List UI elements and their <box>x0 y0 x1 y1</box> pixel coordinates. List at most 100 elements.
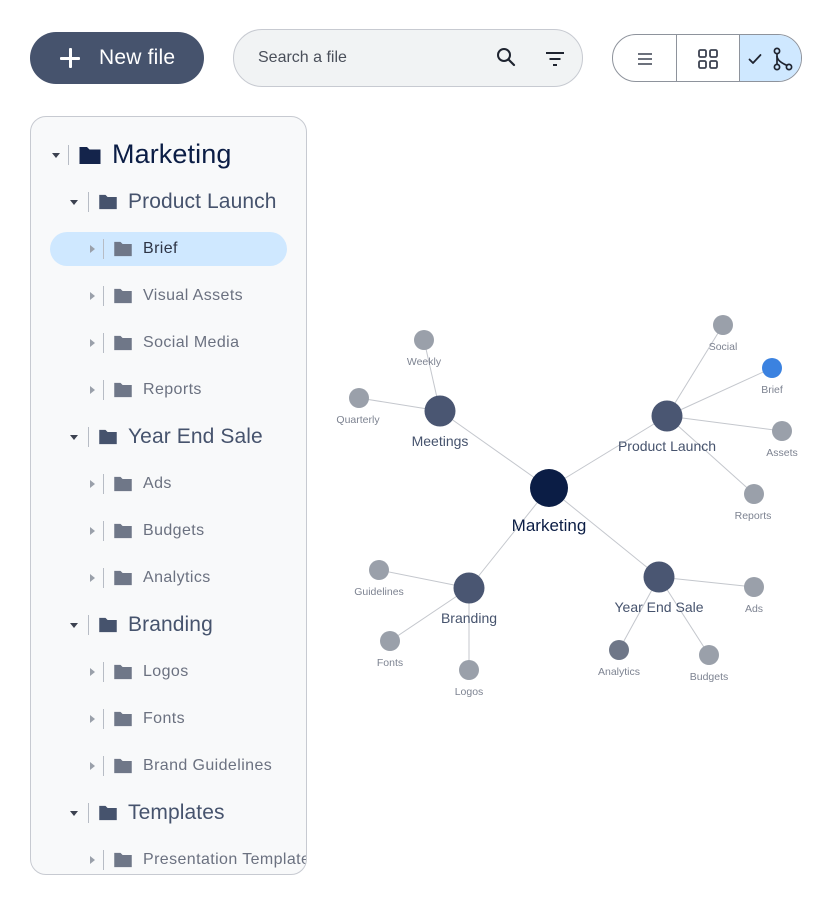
graph-edge <box>439 410 550 489</box>
graph-node-label: Meetings <box>412 433 469 449</box>
graph-node-circle[interactable] <box>713 315 733 335</box>
folder-graph: Marketing Meetings Product Launch Branding Y… <box>307 110 833 810</box>
tree-divider <box>103 286 104 306</box>
tree-item[interactable]: Marketing <box>31 138 306 172</box>
folder-icon <box>114 335 132 351</box>
tree-item[interactable]: Year End Sale <box>31 420 306 454</box>
graph-node-circle[interactable] <box>762 358 782 378</box>
graph-node-circle[interactable] <box>369 560 389 580</box>
tree-item[interactable]: Visual Assets <box>31 279 306 313</box>
tree-item[interactable]: Brand Guidelines <box>31 749 306 783</box>
graph-view-icon <box>773 47 793 71</box>
list-view-button[interactable] <box>613 35 677 81</box>
grid-view-icon <box>698 49 718 69</box>
graph-node-guidelines[interactable]: Guidelines <box>354 560 404 598</box>
graph-node-circle[interactable] <box>380 631 400 651</box>
caret-right-icon[interactable] <box>87 291 97 301</box>
graph-node-circle[interactable] <box>744 484 764 504</box>
graph-node-weekly[interactable]: Weekly <box>407 330 442 368</box>
caret-right-icon[interactable] <box>87 479 97 489</box>
caret-right-icon[interactable] <box>87 761 97 771</box>
tree-item[interactable]: Fonts <box>31 702 306 736</box>
caret-down-icon[interactable] <box>51 150 61 160</box>
graph-canvas: Marketing Meetings Product Launch Branding Y… <box>336 315 798 698</box>
graph-node-circle[interactable] <box>609 640 629 660</box>
tree-item-label: Ads <box>143 474 172 492</box>
graph-node-circle[interactable] <box>744 577 764 597</box>
new-file-button[interactable]: New file <box>30 32 204 84</box>
tree-item[interactable]: Branding <box>31 608 306 642</box>
graph-node-meetings[interactable]: Meetings <box>412 395 469 450</box>
list-view-icon <box>638 53 652 65</box>
tree-item[interactable]: Ads <box>31 467 306 501</box>
graph-node-label: Product Launch <box>618 438 716 454</box>
folder-icon <box>114 523 132 539</box>
graph-node-branding[interactable]: Branding <box>441 572 497 627</box>
tree-item-label: Analytics <box>143 568 211 586</box>
graph-node-brief[interactable]: Brief <box>761 358 783 396</box>
graph-node-analytics[interactable]: Analytics <box>598 640 640 678</box>
graph-node-logos[interactable]: Logos <box>455 660 484 698</box>
tree-item[interactable]: Presentation Templates <box>31 843 307 874</box>
caret-right-icon[interactable] <box>87 573 97 583</box>
tree-item[interactable]: Product Launch <box>31 185 306 219</box>
filter-icon[interactable] <box>543 47 567 71</box>
graph-node-circle[interactable] <box>453 572 485 604</box>
tree-item[interactable]: Social Media <box>31 326 306 360</box>
folder-icon <box>114 664 132 680</box>
caret-down-icon[interactable] <box>69 808 79 818</box>
tree-divider <box>103 474 104 494</box>
caret-right-icon[interactable] <box>87 526 97 536</box>
graph-node-assets[interactable]: Assets <box>766 421 798 459</box>
caret-right-icon[interactable] <box>87 244 97 254</box>
check-icon <box>748 54 762 64</box>
folder-icon <box>114 382 132 398</box>
graph-node-label: Brief <box>761 384 783 396</box>
tree-item-label: Branding <box>128 612 213 636</box>
caret-right-icon[interactable] <box>87 385 97 395</box>
tree-item[interactable]: Brief <box>31 232 306 266</box>
graph-node-circle[interactable] <box>530 469 568 507</box>
graph-node-circle[interactable] <box>424 395 456 427</box>
graph-node-circle[interactable] <box>349 388 369 408</box>
graph-node-circle[interactable] <box>699 645 719 665</box>
caret-right-icon[interactable] <box>87 667 97 677</box>
graph-node-label: Ads <box>745 603 763 615</box>
tree-item[interactable]: Templates <box>31 796 306 830</box>
graph-node-circle[interactable] <box>643 561 675 593</box>
caret-right-icon[interactable] <box>87 338 97 348</box>
search-bar <box>233 29 583 87</box>
caret-right-icon[interactable] <box>87 855 97 865</box>
folder-icon <box>114 758 132 774</box>
graph-node-fonts[interactable]: Fonts <box>377 631 403 669</box>
grid-view-button[interactable] <box>677 35 740 81</box>
graph-node-circle[interactable] <box>414 330 434 350</box>
caret-down-icon[interactable] <box>69 620 79 630</box>
graph-node-year-end-sale[interactable]: Year End Sale <box>615 561 704 616</box>
graph-node-budgets[interactable]: Budgets <box>690 645 729 683</box>
graph-node-quarterly[interactable]: Quarterly <box>336 388 380 426</box>
tree-divider <box>103 568 104 588</box>
graph-view-button[interactable] <box>740 35 801 81</box>
graph-node-product-launch[interactable]: Product Launch <box>618 400 716 455</box>
folder-icon <box>99 617 117 633</box>
folder-icon <box>114 241 132 257</box>
tree-item[interactable]: Budgets <box>31 514 306 548</box>
tree-item[interactable]: Reports <box>31 373 306 407</box>
search-input[interactable] <box>258 46 488 70</box>
graph-node-reports[interactable]: Reports <box>735 484 772 522</box>
tree-item[interactable]: Analytics <box>31 561 306 595</box>
tree-item[interactable]: Logos <box>31 655 306 689</box>
caret-down-icon[interactable] <box>69 432 79 442</box>
graph-node-social[interactable]: Social <box>709 315 738 353</box>
graph-node-ads[interactable]: Ads <box>744 577 764 615</box>
graph-node-circle[interactable] <box>772 421 792 441</box>
caret-right-icon[interactable] <box>87 714 97 724</box>
graph-node-label: Fonts <box>377 657 403 669</box>
graph-node-circle[interactable] <box>651 400 683 432</box>
graph-node-circle[interactable] <box>459 660 479 680</box>
caret-down-icon[interactable] <box>69 197 79 207</box>
tree-item-label: Presentation Templates <box>143 850 307 868</box>
graph-node-marketing[interactable]: Marketing <box>512 469 587 535</box>
search-icon[interactable] <box>494 45 518 69</box>
